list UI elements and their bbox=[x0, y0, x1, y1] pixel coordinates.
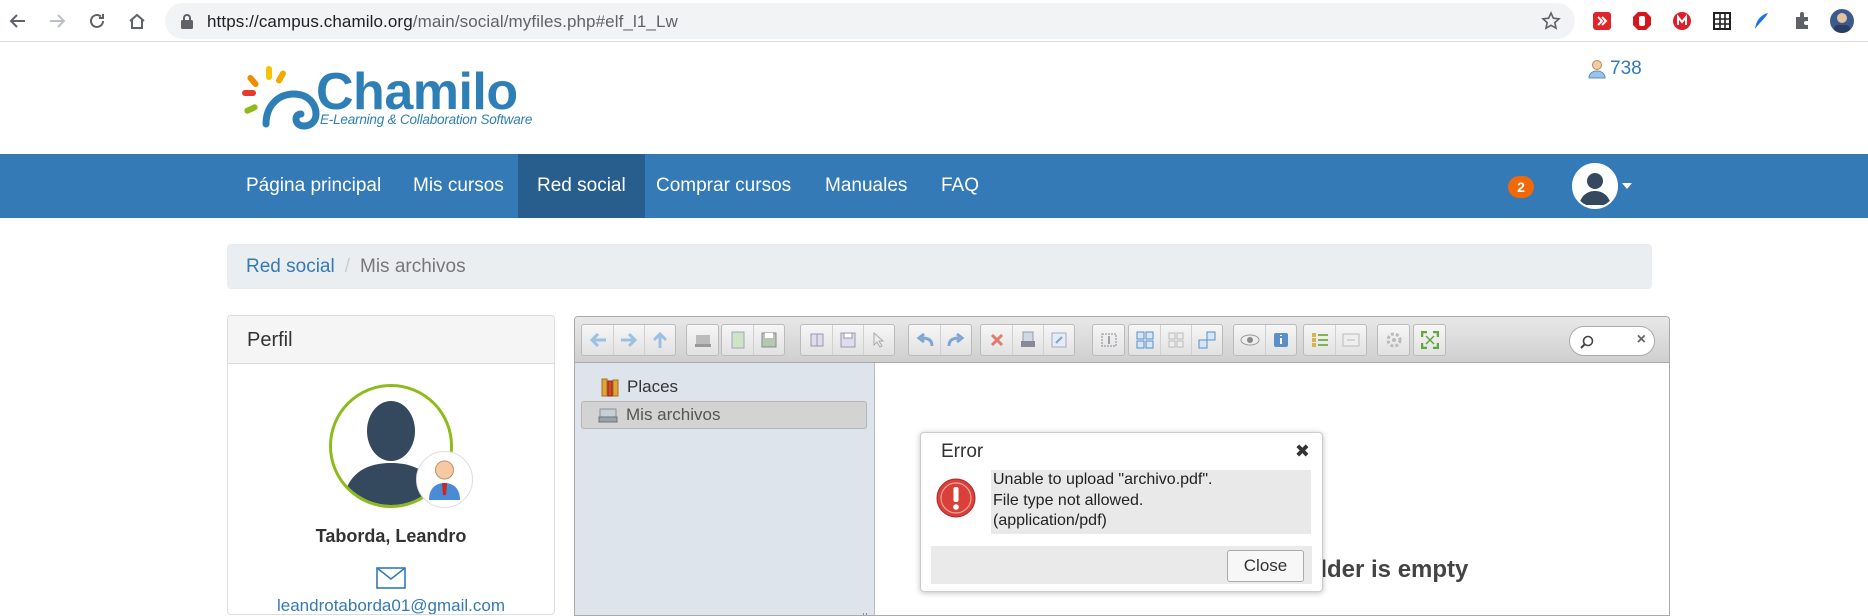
mail-icon[interactable] bbox=[376, 567, 406, 589]
site-logo[interactable]: Chamilo E-Learning & Collaboration Softw… bbox=[240, 60, 533, 140]
delete-icon[interactable] bbox=[981, 325, 1012, 355]
dialog-footer: Close bbox=[931, 546, 1312, 584]
resize-icon[interactable] bbox=[1191, 325, 1222, 355]
teacher-badge-icon bbox=[416, 451, 473, 508]
profile-name: Taborda, Leandro bbox=[315, 526, 467, 546]
home-icon[interactable] bbox=[123, 7, 151, 35]
toolbar-group-open bbox=[800, 324, 895, 356]
dialog-title: Error bbox=[941, 441, 984, 462]
tree-item-places-label: Places bbox=[627, 377, 679, 396]
extension-icon[interactable] bbox=[1630, 9, 1654, 33]
error-message-line: Unable to upload "archivo.pdf". bbox=[993, 471, 1213, 488]
chevron-down-icon[interactable] bbox=[1622, 183, 1632, 189]
toolbar-group-view bbox=[1128, 324, 1223, 356]
tree-item-my-files-label: Mis archivos bbox=[626, 405, 721, 424]
toolbar-group-navigation bbox=[581, 324, 676, 356]
tree-item-places[interactable]: Places bbox=[601, 373, 678, 401]
drive-icon bbox=[598, 408, 618, 423]
extension-icon[interactable] bbox=[1790, 9, 1814, 33]
user-menu-avatar[interactable] bbox=[1572, 163, 1618, 209]
profile-email[interactable]: leandrotaborda01@gmail.com bbox=[228, 596, 554, 614]
small-grid-icon[interactable] bbox=[1160, 325, 1191, 355]
toolbar-group-info bbox=[1233, 324, 1297, 356]
select-icon[interactable] bbox=[863, 325, 894, 355]
paste-icon[interactable] bbox=[1043, 325, 1074, 355]
forward-icon[interactable] bbox=[43, 7, 71, 35]
preview-icon[interactable] bbox=[1234, 325, 1265, 355]
copy-icon[interactable] bbox=[1012, 325, 1043, 355]
toolbar-group-edit bbox=[980, 324, 1075, 356]
profile-avatar-icon[interactable] bbox=[1830, 9, 1854, 33]
back-icon[interactable] bbox=[582, 325, 613, 355]
error-message: Unable to upload "archivo.pdf". File typ… bbox=[993, 470, 1213, 532]
undo-icon[interactable] bbox=[909, 325, 940, 355]
toolbar-group-fullscreen bbox=[1413, 324, 1446, 356]
url-text: https://campus.chamilo.org/main/social/m… bbox=[207, 12, 678, 31]
file-search-input[interactable]: × bbox=[1569, 326, 1655, 356]
logo-tagline: E-Learning & Collaboration Software bbox=[320, 112, 533, 127]
rename-icon[interactable] bbox=[1093, 325, 1124, 355]
toolbar-group-reload bbox=[686, 324, 719, 356]
error-icon bbox=[936, 478, 976, 518]
close-button[interactable]: Close bbox=[1227, 550, 1304, 582]
close-icon[interactable]: ✖ bbox=[1295, 441, 1310, 462]
nav-item-home[interactable]: Página principal bbox=[227, 154, 400, 218]
nav-item-social[interactable]: Red social bbox=[518, 154, 645, 218]
fullscreen-icon[interactable] bbox=[1414, 325, 1445, 355]
extension-icon[interactable] bbox=[1750, 9, 1774, 33]
tree-item-my-files[interactable]: Mis archivos bbox=[581, 401, 867, 429]
clear-search-icon[interactable]: × bbox=[1637, 331, 1646, 349]
places-icon bbox=[601, 378, 619, 397]
browser-toolbar: https://campus.chamilo.org/main/social/m… bbox=[0, 0, 1868, 42]
nav-item-faq[interactable]: FAQ bbox=[922, 154, 998, 218]
breadcrumb-link-social[interactable]: Red social bbox=[246, 256, 335, 277]
forward-icon[interactable] bbox=[613, 325, 644, 355]
profile-panel: Perfil Taborda, Leandro leandrotaborda01… bbox=[227, 315, 555, 615]
list-view-icon[interactable] bbox=[1304, 325, 1335, 355]
back-icon[interactable] bbox=[4, 7, 32, 35]
nav-item-my-courses[interactable]: Mis cursos bbox=[394, 154, 523, 218]
breadcrumb: Red social / Mis archivos bbox=[227, 244, 1652, 289]
notification-badge[interactable]: 2 bbox=[1508, 176, 1534, 198]
error-message-line: File type not allowed. bbox=[993, 491, 1144, 509]
star-icon[interactable] bbox=[1541, 11, 1561, 31]
save-icon[interactable] bbox=[753, 325, 784, 355]
download-icon[interactable] bbox=[832, 325, 863, 355]
file-manager-toolbar: × bbox=[575, 317, 1669, 363]
new-folder-icon[interactable] bbox=[722, 325, 753, 355]
error-dialog: Error ✖ Unable to upload "archivo.pdf". … bbox=[920, 432, 1323, 592]
open-icon[interactable] bbox=[801, 325, 832, 355]
extension-icon[interactable] bbox=[1670, 9, 1694, 33]
info-icon[interactable] bbox=[1265, 325, 1296, 355]
online-users[interactable]: 738 bbox=[1588, 58, 1642, 80]
online-users-count: 738 bbox=[1610, 58, 1642, 79]
address-bar[interactable]: https://campus.chamilo.org/main/social/m… bbox=[165, 3, 1575, 39]
toolbar-group-rename bbox=[1092, 324, 1125, 356]
toolbar-group-file bbox=[721, 324, 785, 356]
breadcrumb-separator: / bbox=[344, 256, 350, 277]
error-message-line: (application/pdf) bbox=[993, 512, 1107, 529]
nav-item-manuals[interactable]: Manuales bbox=[806, 154, 926, 218]
reload-icon[interactable] bbox=[83, 7, 111, 35]
profile-panel-title: Perfil bbox=[228, 316, 554, 364]
extension-icon[interactable] bbox=[1590, 9, 1614, 33]
toolbar-group-layout bbox=[1303, 324, 1367, 356]
nav-item-buy-courses[interactable]: Comprar cursos bbox=[637, 154, 810, 218]
user-icon bbox=[1588, 60, 1606, 79]
gear-icon[interactable] bbox=[1378, 325, 1409, 355]
grid-view-icon[interactable] bbox=[1129, 325, 1160, 355]
lock-icon[interactable] bbox=[180, 13, 194, 29]
reload-icon[interactable] bbox=[687, 325, 718, 355]
search-icon bbox=[1580, 335, 1594, 349]
up-icon[interactable] bbox=[644, 325, 675, 355]
redo-icon[interactable] bbox=[940, 325, 971, 355]
toolbar-group-undo bbox=[908, 324, 972, 356]
extension-icon[interactable] bbox=[1710, 9, 1734, 33]
breadcrumb-current: Mis archivos bbox=[360, 256, 466, 277]
chameleon-logo-icon bbox=[242, 66, 320, 130]
toolbar-group-settings bbox=[1377, 324, 1410, 356]
file-tree: Places Mis archivos bbox=[575, 363, 875, 615]
sort-icon[interactable] bbox=[1335, 325, 1366, 355]
